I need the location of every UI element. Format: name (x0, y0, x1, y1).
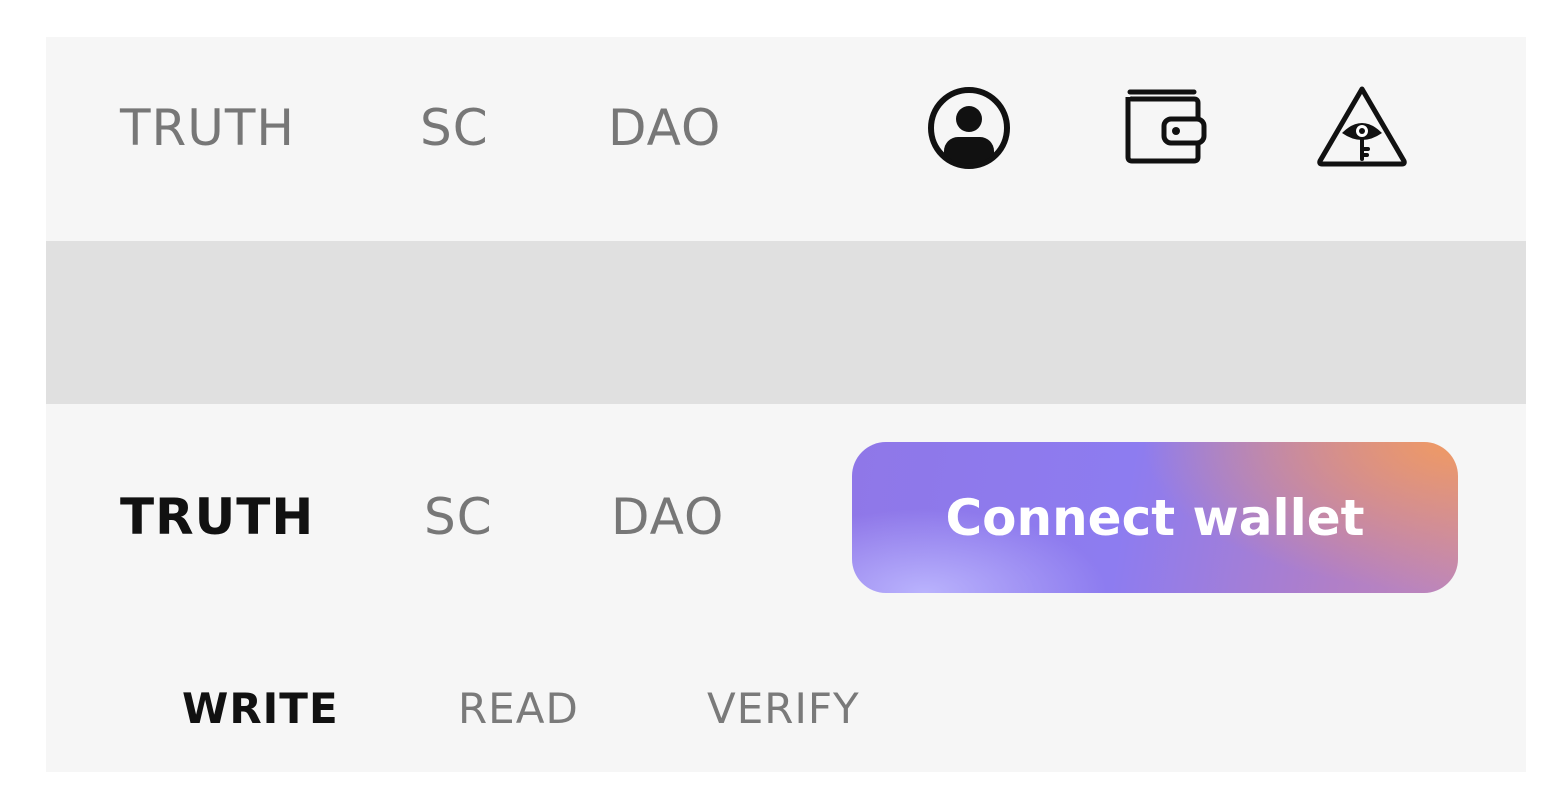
tab-write[interactable]: WRITE (182, 688, 339, 730)
divider-band (46, 241, 1526, 404)
tab-verify[interactable]: VERIFY (707, 688, 860, 730)
top-navbar: TRUTH SC DAO (46, 37, 1526, 241)
bottom-nav-sc-link[interactable]: SC (424, 492, 493, 542)
tab-read[interactable]: READ (458, 688, 579, 730)
user-icon[interactable] (926, 85, 1012, 171)
bottom-nav-dao-link[interactable]: DAO (611, 492, 724, 542)
bottom-nav-truth-link[interactable]: TRUTH (120, 492, 314, 542)
top-nav-sc-link[interactable]: SC (420, 103, 489, 153)
bottom-navbar: TRUTH SC DAO Connect wallet WRITE READ V… (46, 404, 1526, 772)
wallet-icon[interactable] (1122, 87, 1208, 165)
eye-triangle-icon[interactable] (1314, 83, 1410, 169)
top-nav-truth-link[interactable]: TRUTH (120, 103, 295, 153)
app-frame: TRUTH SC DAO TRUTH SC DAO Connect wallet… (46, 37, 1526, 772)
top-nav-dao-link[interactable]: DAO (608, 103, 721, 153)
connect-wallet-button[interactable]: Connect wallet (852, 442, 1458, 593)
